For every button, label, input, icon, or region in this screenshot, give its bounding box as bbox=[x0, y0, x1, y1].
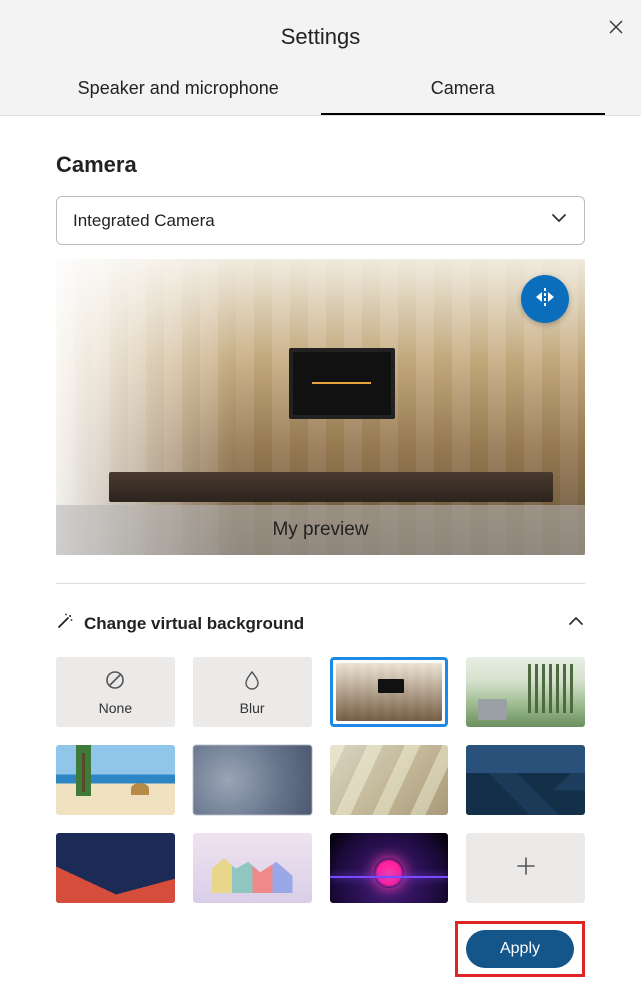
blur-icon bbox=[241, 669, 263, 696]
virtual-background-title: Change virtual background bbox=[84, 614, 304, 634]
magic-wand-icon bbox=[56, 612, 74, 635]
camera-device-select[interactable]: Integrated Camera bbox=[56, 196, 585, 245]
vb-tile-none[interactable]: None bbox=[56, 657, 175, 727]
vb-tile-mountains[interactable] bbox=[466, 745, 585, 815]
camera-heading: Camera bbox=[56, 152, 585, 178]
chevron-up-icon[interactable] bbox=[567, 612, 585, 635]
content: Camera Integrated Camera My preview bbox=[0, 116, 641, 1001]
close-button[interactable] bbox=[609, 20, 623, 38]
vb-tile-neon[interactable] bbox=[330, 833, 449, 903]
settings-title: Settings bbox=[16, 24, 625, 68]
highlight-box: Apply bbox=[455, 921, 585, 977]
apply-button[interactable]: Apply bbox=[466, 930, 574, 968]
virtual-background-header[interactable]: Change virtual background bbox=[56, 612, 585, 635]
tabs: Speaker and microphone Camera bbox=[16, 68, 625, 115]
vb-tile-beach[interactable] bbox=[56, 745, 175, 815]
camera-preview: My preview bbox=[56, 259, 585, 555]
settings-header: Settings Speaker and microphone Camera bbox=[0, 0, 641, 116]
footer: Apply bbox=[56, 921, 585, 977]
vb-tile-light-rays[interactable] bbox=[330, 745, 449, 815]
vb-tile-office[interactable] bbox=[330, 657, 449, 727]
vb-thumbnail bbox=[336, 663, 443, 721]
vb-tile-pastel-shapes[interactable] bbox=[193, 833, 312, 903]
preview-decor bbox=[289, 348, 395, 419]
mirror-horizontal-icon bbox=[533, 285, 557, 314]
vb-tile-forest-sofa[interactable] bbox=[466, 657, 585, 727]
divider bbox=[56, 583, 585, 584]
plus-icon bbox=[513, 853, 539, 884]
mirror-video-button[interactable] bbox=[521, 275, 569, 323]
chevron-down-icon bbox=[550, 209, 568, 232]
vb-tile-add-custom[interactable] bbox=[466, 833, 585, 903]
camera-device-value: Integrated Camera bbox=[73, 211, 215, 231]
preview-label: My preview bbox=[56, 505, 585, 555]
vb-tile-blur[interactable]: Blur bbox=[193, 657, 312, 727]
tab-speaker-and-microphone[interactable]: Speaker and microphone bbox=[36, 68, 321, 115]
vb-tile-bokeh-blue[interactable] bbox=[193, 745, 312, 815]
tab-camera[interactable]: Camera bbox=[321, 68, 606, 115]
vb-tile-label: None bbox=[99, 700, 132, 716]
virtual-background-grid: None Blur bbox=[56, 657, 585, 903]
vb-tile-label: Blur bbox=[240, 700, 265, 716]
close-icon bbox=[609, 21, 623, 38]
none-icon bbox=[104, 669, 126, 696]
preview-decor bbox=[109, 472, 553, 502]
vb-tile-geometric[interactable] bbox=[56, 833, 175, 903]
